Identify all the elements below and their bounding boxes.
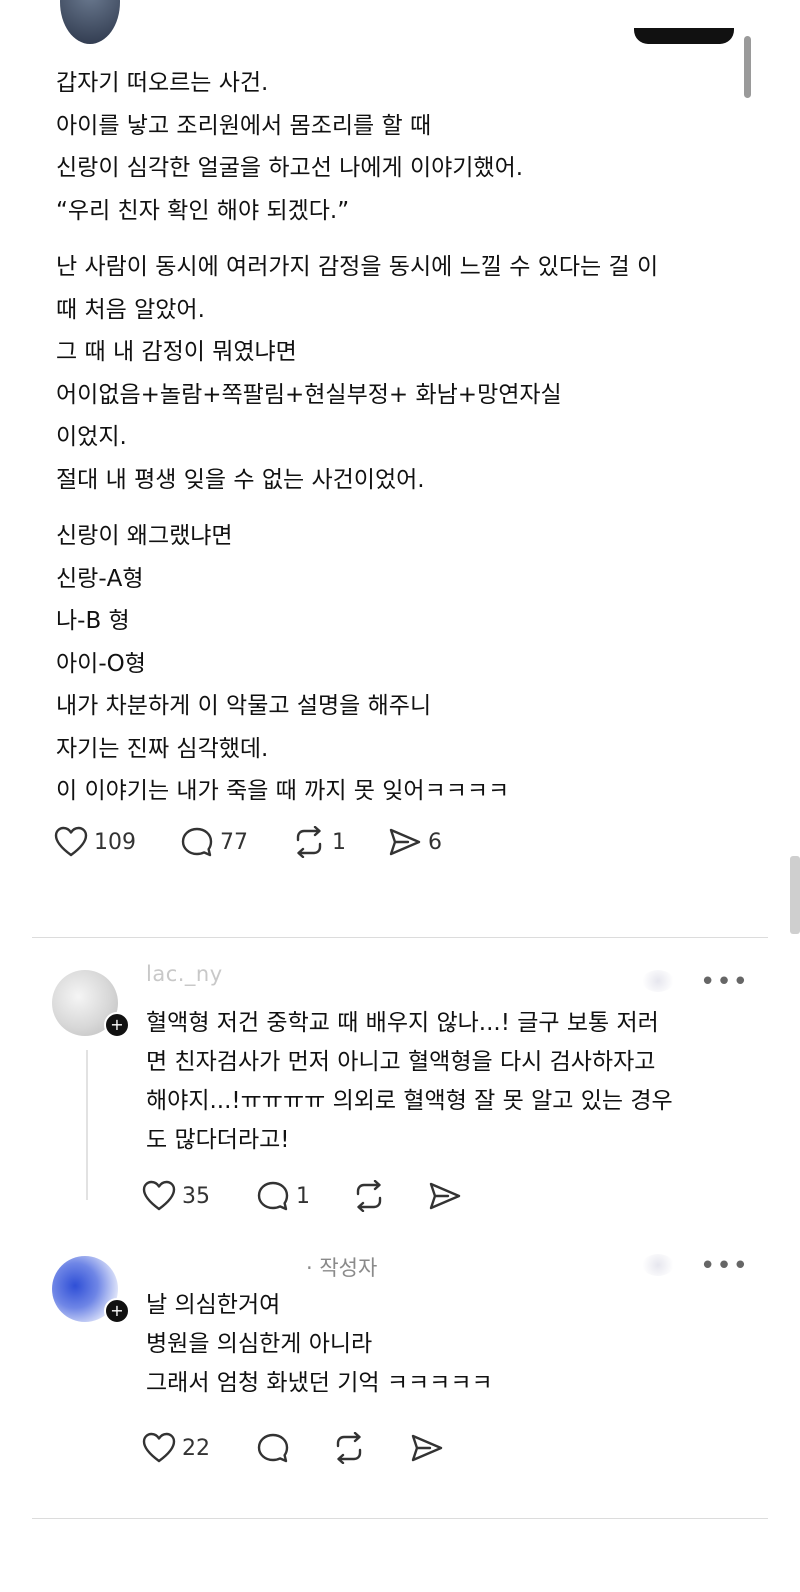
speech-bubble-icon [257, 1181, 289, 1211]
share-button[interactable] [428, 1180, 462, 1212]
comment-line: 혈액형 저건 중학교 때 배우지 않나...! 글구 보통 저러 [146, 1010, 659, 1036]
follow-plus-icon[interactable]: + [104, 1012, 130, 1038]
post-author-avatar[interactable] [60, 0, 120, 44]
share-count: 6 [428, 829, 442, 855]
timestamp [642, 1254, 674, 1276]
reply-button[interactable] [256, 1432, 290, 1464]
post-paragraph: 신랑이 왜그랬냐면 신랑-A형 나-B 형 아이-O형 내가 차분하게 이 악물… [56, 515, 746, 813]
post-line: 아이-O형 [56, 650, 146, 677]
post-paragraph: 갑자기 떠오르는 사건. 아이를 낳고 조리원에서 몸조리를 할 때 신랑이 심… [56, 62, 746, 232]
comment-line: 날 의심한거여 [146, 1292, 281, 1318]
post-line: 이었지. [56, 424, 127, 450]
repost-icon [296, 826, 322, 858]
speech-bubble-icon [181, 827, 213, 857]
more-options-icon[interactable]: ••• [700, 969, 749, 995]
comment-line: 그래서 엄청 화냈던 기억 ㅋㅋㅋㅋㅋ [146, 1370, 493, 1396]
comment-line: 도 많다더라고! [146, 1127, 290, 1153]
send-icon [429, 1182, 461, 1210]
repost-button[interactable] [332, 1432, 366, 1464]
like-count: 35 [182, 1183, 210, 1209]
reply-button[interactable]: 1 [256, 1180, 310, 1212]
like-button[interactable]: 22 [142, 1432, 210, 1464]
comment-line: 병원을 의심한게 아니라 [146, 1331, 373, 1357]
author-tag: · 작성자 [306, 1256, 378, 1280]
post-line: 아이를 낳고 조리원에서 몸조리를 할 때 [56, 112, 432, 139]
repost-icon [336, 1432, 362, 1464]
repost-count: 1 [332, 829, 346, 855]
post-line: 자기는 진짜 심각했데. [56, 735, 269, 762]
share-button[interactable] [410, 1432, 444, 1464]
like-button[interactable]: 35 [142, 1180, 210, 1212]
comment-username[interactable]: lac._ny [146, 962, 223, 986]
post-line: 이 이야기는 내가 죽을 때 까지 못 잊어ㅋㅋㅋㅋ [56, 778, 510, 804]
repost-icon [356, 1180, 382, 1212]
heart-icon [54, 826, 88, 857]
follow-button[interactable] [634, 28, 734, 44]
thread-line [86, 1050, 88, 1200]
divider [32, 1518, 768, 1519]
post-paragraph: 난 사람이 동시에 여러가지 감정을 동시에 느낄 수 있다는 걸 이 때 처음… [56, 246, 746, 501]
send-icon [411, 1434, 443, 1462]
speech-bubble-icon [257, 1433, 289, 1463]
post-line: 난 사람이 동시에 여러가지 감정을 동시에 느낄 수 있다는 걸 이 [56, 254, 659, 280]
like-button[interactable]: 109 [54, 826, 136, 858]
repost-button[interactable]: 1 [292, 826, 346, 858]
post-line: “우리 친자 확인 해야 되겠다.” [56, 197, 350, 224]
heart-icon [142, 1180, 176, 1211]
post-line: 신랑이 왜그랬냐면 [56, 523, 233, 549]
post-line: 내가 차분하게 이 악물고 설명을 해주니 [56, 693, 432, 719]
comment-line: 면 친자검사가 먼저 아니고 혈액형을 다시 검사하자고 [146, 1049, 656, 1075]
like-count: 109 [94, 829, 136, 855]
reply-count: 1 [296, 1183, 310, 1209]
comment-text: 날 의심한거여 병원을 의심한게 아니라 그래서 엄청 화냈던 기억 ㅋㅋㅋㅋㅋ [146, 1286, 746, 1403]
follow-plus-icon[interactable]: + [104, 1298, 130, 1324]
divider [32, 937, 768, 938]
post-line: 나-B 형 [56, 608, 130, 634]
comment-text: 혈액형 저건 중학교 때 배우지 않나...! 글구 보통 저러 면 친자검사가… [146, 1004, 746, 1160]
scrollbar-handle[interactable] [790, 856, 800, 934]
repost-button[interactable] [352, 1180, 386, 1212]
like-count: 22 [182, 1435, 210, 1461]
post-line: 갑자기 떠오르는 사건. [56, 70, 269, 96]
comment-line: 해야지...!ㅠㅠㅠㅠ 의외로 혈액형 잘 못 알고 있는 경우 [146, 1088, 673, 1114]
post-line: 신랑이 심각한 얼굴을 하고선 나에게 이야기했어. [56, 155, 524, 181]
post-line: 그 때 내 감정이 뭐였냐면 [56, 339, 297, 365]
more-options-icon[interactable]: ••• [700, 1253, 749, 1279]
post-line: 어이없음+놀람+쪽팔림+현실부정+ 화남+망연자실 [56, 381, 562, 408]
timestamp [642, 970, 674, 992]
post-line: 절대 내 평생 잊을 수 없는 사건이었어. [56, 466, 425, 493]
heart-icon [142, 1432, 176, 1463]
post-line: 때 처음 알았어. [56, 296, 205, 323]
post-line: 신랑-A형 [56, 565, 144, 592]
reply-count: 77 [220, 829, 248, 855]
share-button[interactable]: 6 [388, 826, 442, 858]
send-icon [389, 828, 421, 856]
post-body: 갑자기 떠오르는 사건. 아이를 낳고 조리원에서 몸조리를 할 때 신랑이 심… [56, 62, 746, 827]
reply-button[interactable]: 77 [180, 826, 248, 858]
